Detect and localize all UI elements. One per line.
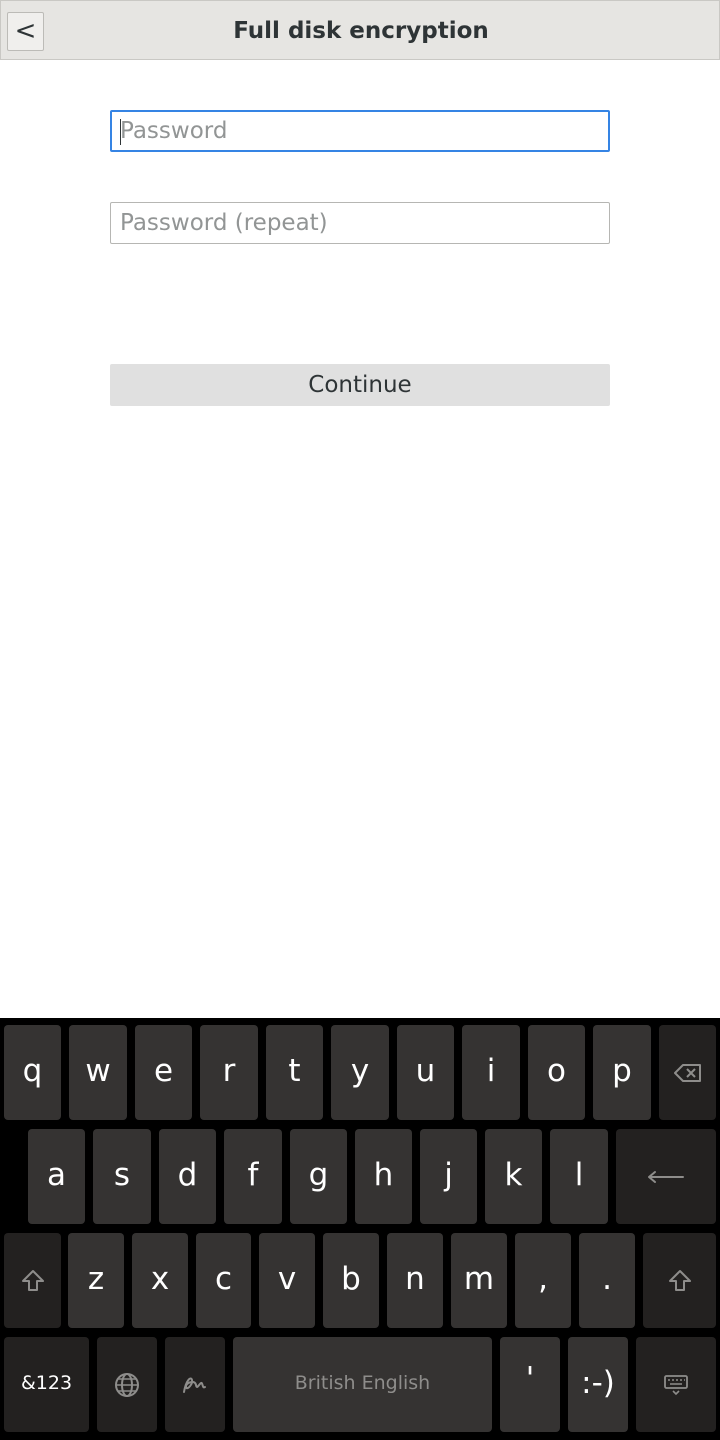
backspace-icon bbox=[673, 1063, 701, 1082]
text-caret bbox=[120, 119, 121, 145]
key-h[interactable]: h bbox=[355, 1129, 412, 1224]
shift-key-left[interactable] bbox=[4, 1233, 61, 1328]
key-j[interactable]: j bbox=[420, 1129, 477, 1224]
key-c[interactable]: c bbox=[196, 1233, 251, 1328]
handwriting-key[interactable] bbox=[165, 1337, 225, 1432]
key-l[interactable]: l bbox=[550, 1129, 608, 1224]
key-b[interactable]: b bbox=[323, 1233, 379, 1328]
hide-keyboard-key[interactable] bbox=[636, 1337, 716, 1432]
enter-key[interactable] bbox=[616, 1129, 716, 1224]
symbols-key[interactable]: &123 bbox=[4, 1337, 89, 1432]
key-a[interactable]: a bbox=[28, 1129, 85, 1224]
key-t[interactable]: t bbox=[266, 1025, 323, 1120]
key-k[interactable]: k bbox=[485, 1129, 542, 1224]
header-bar: Full disk encryption < bbox=[0, 0, 720, 60]
handwriting-icon bbox=[183, 1377, 206, 1393]
page-title: Full disk encryption bbox=[233, 18, 489, 44]
key-z[interactable]: z bbox=[68, 1233, 124, 1328]
smiley-key[interactable]: :-) bbox=[568, 1337, 628, 1432]
key-e[interactable]: e bbox=[135, 1025, 192, 1120]
key-f[interactable]: f bbox=[224, 1129, 282, 1224]
key-w[interactable]: w bbox=[69, 1025, 127, 1120]
apostrophe-key[interactable]: ' bbox=[500, 1337, 560, 1432]
key-y[interactable]: y bbox=[331, 1025, 389, 1120]
key-o[interactable]: o bbox=[528, 1025, 585, 1120]
key-g[interactable]: g bbox=[290, 1129, 347, 1224]
key-period[interactable]: . bbox=[579, 1233, 635, 1328]
globe-icon bbox=[115, 1372, 139, 1397]
key-x[interactable]: x bbox=[132, 1233, 188, 1328]
key-s[interactable]: s bbox=[93, 1129, 151, 1224]
key-m[interactable]: m bbox=[451, 1233, 507, 1328]
key-u[interactable]: u bbox=[397, 1025, 454, 1120]
shift-key-right[interactable] bbox=[643, 1233, 716, 1328]
on-screen-keyboard: q w e r t y u i o p a s d f g h j k l z … bbox=[0, 1018, 720, 1440]
key-v[interactable]: v bbox=[259, 1233, 315, 1328]
keyboard-hide-icon bbox=[664, 1374, 688, 1395]
shift-icon bbox=[668, 1269, 691, 1291]
backspace-key[interactable] bbox=[659, 1025, 716, 1120]
back-button[interactable]: < bbox=[7, 12, 44, 51]
key-p[interactable]: p bbox=[593, 1025, 651, 1120]
key-d[interactable]: d bbox=[159, 1129, 216, 1224]
password-input[interactable] bbox=[110, 110, 610, 152]
password-repeat-input[interactable] bbox=[110, 202, 610, 244]
key-q[interactable]: q bbox=[4, 1025, 61, 1120]
shift-icon bbox=[21, 1269, 44, 1291]
key-comma[interactable]: , bbox=[515, 1233, 571, 1328]
enter-icon bbox=[648, 1170, 684, 1183]
language-key[interactable] bbox=[97, 1337, 157, 1432]
key-i[interactable]: i bbox=[462, 1025, 520, 1120]
space-key[interactable]: British English bbox=[233, 1337, 492, 1432]
key-r[interactable]: r bbox=[200, 1025, 258, 1120]
continue-button[interactable]: Continue bbox=[110, 364, 610, 406]
key-n[interactable]: n bbox=[387, 1233, 443, 1328]
